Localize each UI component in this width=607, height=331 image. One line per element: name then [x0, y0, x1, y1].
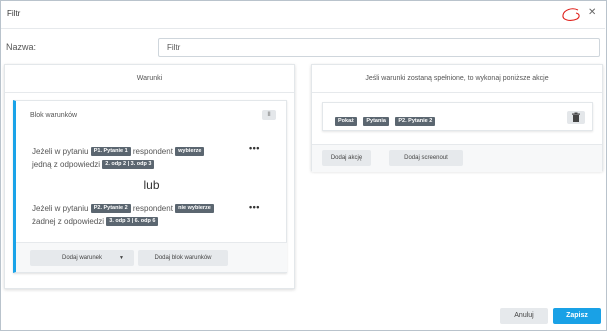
add-condition-block-button[interactable]: Dodaj blok warunków	[138, 250, 228, 266]
red-annotation-circle	[562, 8, 580, 21]
action-tags: Pokaż Pytania P2. Pytanie 2	[335, 113, 437, 131]
condition-block: Blok warunków II Jeżeli w pytaniu P1. Py…	[13, 100, 287, 273]
add-condition-button[interactable]: Dodaj warunek ▼	[30, 250, 134, 266]
add-condition-label: Dodaj warunek	[61, 255, 103, 261]
actions-panel: Jeśli warunki zostaną spełnione, to wyko…	[311, 64, 603, 172]
action-question-tag[interactable]: P2. Pytanie 2	[395, 117, 436, 127]
condition-menu-icon[interactable]: •••	[249, 143, 260, 153]
condition-middle: respondent	[132, 147, 173, 156]
question-tag[interactable]: P2. Pytanie 2	[90, 204, 131, 214]
condition-menu-icon[interactable]: •••	[249, 202, 260, 212]
close-icon[interactable]: ✕	[588, 8, 596, 18]
action-item: Pokaż Pytania P2. Pytanie 2	[322, 102, 593, 131]
chevron-down-icon: ▼	[119, 255, 124, 261]
condition-prefix: Jeżeli w pytaniu	[32, 147, 89, 156]
verb-tag[interactable]: nie wybierze	[175, 204, 214, 214]
answers-tag[interactable]: 2. odp 2 | 3. odp 3	[102, 160, 155, 170]
name-label: Nazwa:	[6, 42, 37, 52]
verb-tag[interactable]: wybierze	[175, 147, 205, 157]
answers-tag[interactable]: 3. odp 3 | 6. odp 6	[106, 217, 159, 227]
dialog-titlebar: Filtr	[1, 1, 605, 29]
answers-prefix: jedną z odpowiedzi	[32, 160, 101, 169]
conditions-panel-header: Warunki	[5, 65, 294, 93]
condition-prefix: Jeżeli w pytaniu	[32, 204, 89, 213]
dialog-title: Filtr	[7, 9, 21, 18]
name-input[interactable]	[158, 38, 600, 57]
cancel-button[interactable]: Anuluj	[500, 308, 548, 324]
or-separator: lub	[143, 178, 160, 192]
condition-middle: respondent	[132, 204, 173, 213]
trash-icon	[572, 112, 580, 122]
actions-panel-header: Jeśli warunki zostaną spełnione, to wyko…	[312, 65, 602, 93]
action-type-tag[interactable]: Pokaż	[335, 117, 357, 127]
add-screenout-button[interactable]: Dodaj screenout	[389, 150, 463, 166]
question-tag[interactable]: P1. Pytanie 1	[90, 147, 131, 157]
condition-block-footer: Dodaj warunek ▼ Dodaj blok warunków	[16, 242, 287, 272]
block-pause-button[interactable]: II	[262, 110, 276, 120]
actions-footer: Dodaj akcję Dodaj screenout	[312, 144, 602, 172]
save-button[interactable]: Zapisz	[553, 308, 601, 324]
add-action-button[interactable]: Dodaj akcję	[322, 150, 371, 166]
condition-row: Jeżeli w pytaniu P1. Pytanie 1 responden…	[32, 145, 205, 171]
condition-block-title: Blok warunków	[30, 112, 78, 119]
action-target-tag[interactable]: Pytania	[363, 117, 389, 127]
delete-action-button[interactable]	[567, 111, 585, 124]
answers-prefix: żadnej z odpowiedzi	[32, 217, 105, 226]
condition-row: Jeżeli w pytaniu P2. Pytanie 2 responden…	[32, 202, 214, 228]
